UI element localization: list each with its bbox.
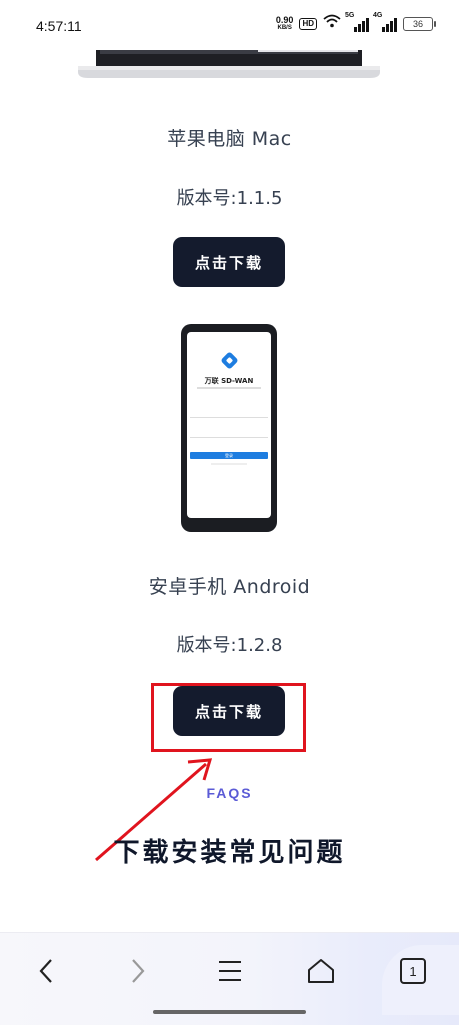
app-subtitle-line	[197, 387, 261, 389]
back-icon[interactable]	[26, 951, 66, 991]
android-version: 版本号:1.2.8	[176, 635, 283, 656]
menu-icon[interactable]	[210, 951, 250, 991]
app-login-button: 登录	[190, 452, 268, 459]
app-logo-icon	[220, 351, 239, 370]
wifi-icon	[323, 14, 341, 33]
phone-screen: 万联 SD-WAN 登录	[187, 332, 271, 518]
signal-4g-icon: 4G	[373, 12, 397, 32]
mac-download-button[interactable]: 点击下载	[173, 237, 285, 287]
faq-heading: 下载安装常见问题	[113, 838, 346, 868]
home-icon[interactable]	[301, 951, 341, 991]
network-speed: 0.90 KB/S	[275, 14, 294, 32]
tabs-button[interactable]: 1	[393, 951, 433, 991]
network-speed-value: 0.90	[275, 14, 294, 25]
network-speed-unit: KB/S	[277, 24, 292, 31]
app-footer-line	[211, 463, 247, 465]
battery-icon: 36	[403, 16, 436, 31]
annotation-highlight-box	[151, 683, 306, 752]
signal-5g-icon: 5G	[345, 12, 369, 32]
mac-version: 版本号:1.1.5	[176, 188, 283, 209]
tab-count: 1	[400, 958, 426, 984]
app-name: 万联 SD-WAN	[204, 377, 254, 385]
status-time: 4:57:11	[36, 18, 82, 34]
faqs-label: FAQS	[206, 785, 253, 801]
gesture-bar[interactable]	[153, 1010, 306, 1014]
android-phone-image: 万联 SD-WAN 登录	[181, 324, 277, 532]
username-field	[190, 410, 268, 418]
status-bar: 4:57:11 0.90 KB/S HD 5G 4G 36	[0, 0, 459, 50]
forward-icon[interactable]	[118, 951, 158, 991]
mac-title: 苹果电脑 Mac	[167, 128, 292, 150]
hd-voice-icon: HD	[299, 17, 317, 30]
android-title: 安卓手机 Android	[148, 576, 311, 598]
status-icons: 0.90 KB/S HD 5G 4G 36	[275, 12, 436, 33]
password-field	[190, 430, 268, 438]
